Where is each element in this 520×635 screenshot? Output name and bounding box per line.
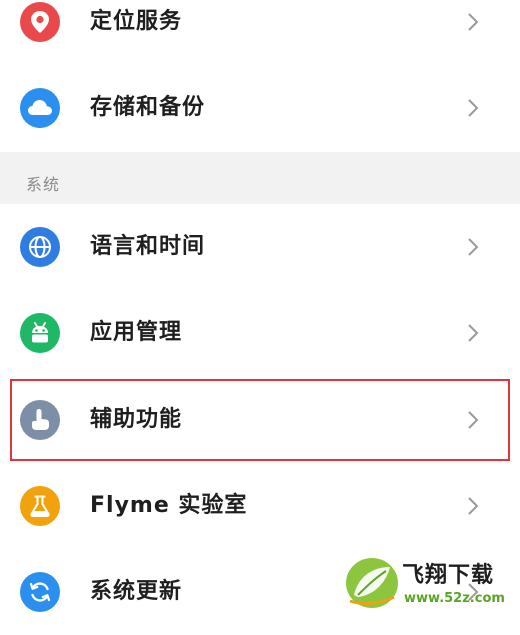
section-title: 系统 xyxy=(26,175,61,194)
chevron-right-icon xyxy=(468,497,479,515)
chevron-right-icon xyxy=(468,13,479,31)
settings-item-app-management[interactable]: 应用管理 xyxy=(0,290,520,376)
settings-item-language-time[interactable]: 语言和时间 xyxy=(0,204,520,290)
settings-item-label: 应用管理 xyxy=(90,320,183,345)
refresh-icon xyxy=(20,572,60,612)
settings-item-label: 系统更新 xyxy=(90,579,183,604)
watermark-url: www.52z.com xyxy=(404,591,505,606)
chevron-right-icon xyxy=(468,99,479,117)
location-pin-icon xyxy=(20,2,60,42)
watermark-title: 飞翔下载 xyxy=(402,563,495,588)
settings-item-label: 语言和时间 xyxy=(90,234,206,259)
highlight-box xyxy=(10,379,510,461)
flask-icon xyxy=(20,486,60,526)
settings-item-label: 存储和备份 xyxy=(90,95,206,120)
chevron-right-icon xyxy=(468,238,479,256)
android-robot-icon xyxy=(20,313,60,353)
watermark: 飞翔下载 www.52z.com xyxy=(342,555,518,613)
section-header-band xyxy=(0,152,520,204)
chevron-right-icon xyxy=(468,324,479,342)
settings-item-label: 定位服务 xyxy=(90,9,183,34)
settings-item-location-services[interactable]: 定位服务 xyxy=(0,0,520,65)
leaf-logo-icon xyxy=(346,558,398,608)
globe-icon xyxy=(20,227,60,267)
settings-item-storage-backup[interactable]: 存储和备份 xyxy=(0,65,520,151)
settings-item-label: Flyme 实验室 xyxy=(90,493,248,518)
cloud-icon xyxy=(20,88,60,128)
settings-item-flyme-lab[interactable]: Flyme 实验室 xyxy=(0,463,520,549)
